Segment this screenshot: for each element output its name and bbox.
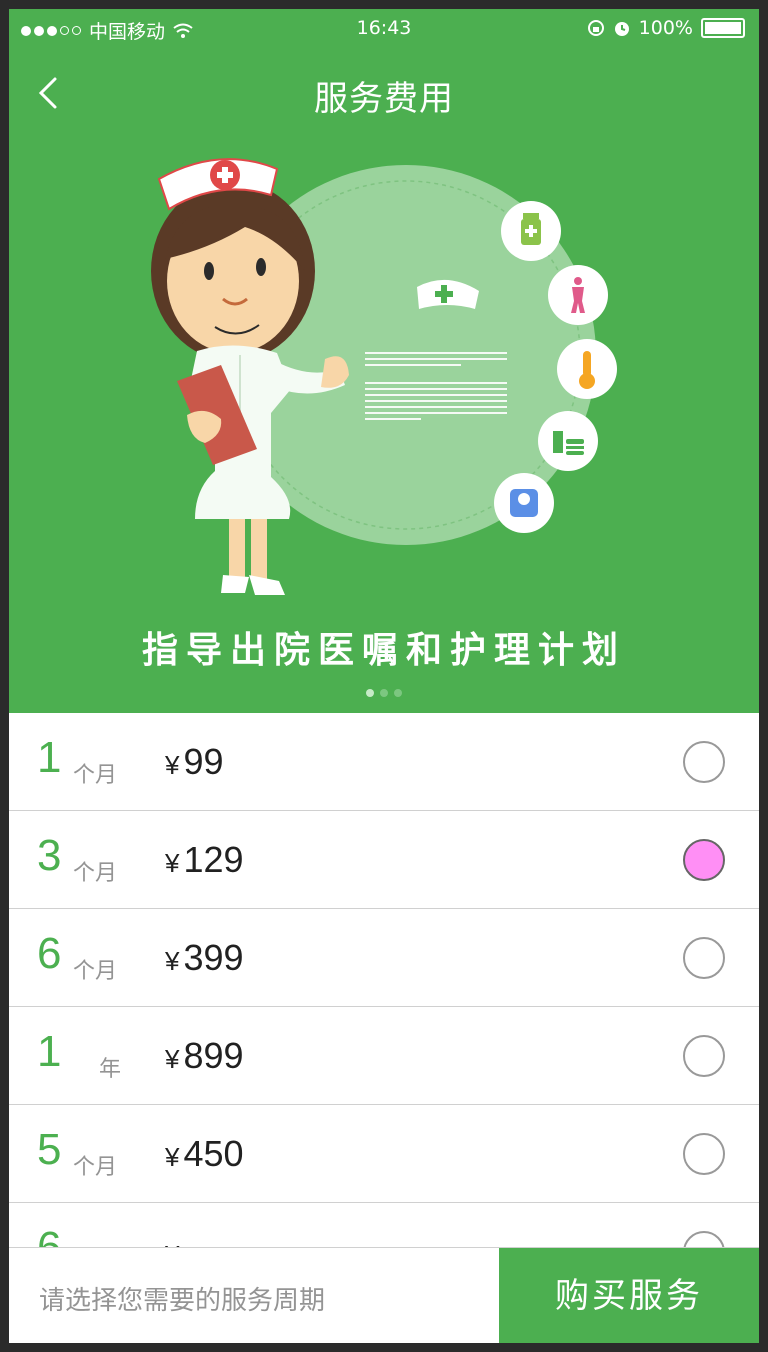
plan-radio[interactable] — [683, 741, 725, 783]
buy-button[interactable]: 购买服务 — [499, 1248, 759, 1343]
status-right: 100% — [587, 17, 745, 39]
page-indicator — [9, 689, 759, 697]
plan-row[interactable]: 1 个月 ¥99 — [9, 713, 759, 811]
plan-unit: 年 — [99, 1057, 122, 1082]
plan-number: 3 — [37, 831, 62, 880]
plan-unit: 个月 — [73, 1155, 118, 1180]
banner-caption: 指导出院医嘱和护理计划 — [141, 630, 626, 671]
phone-screen: 中国移动 16:43 100% 服务费用 指导出院医嘱和护理计划 1 个月 ¥ … — [9, 9, 759, 1343]
plan-radio[interactable] — [683, 937, 725, 979]
currency-symbol: ¥ — [165, 848, 180, 878]
rotation-lock-icon — [587, 20, 604, 36]
plan-price: ¥129 — [165, 839, 244, 881]
bottom-bar: 请选择您需要的服务周期 购买服务 — [9, 1247, 759, 1343]
page-dot[interactable] — [394, 689, 402, 697]
plan-number: 5 — [37, 1125, 62, 1174]
plan-list: 1 个月 ¥99 3 个月 ¥129 6 个月 ¥399 1 年 ¥899 5 … — [9, 713, 759, 1301]
currency-symbol: ¥ — [165, 1142, 180, 1172]
battery-icon — [701, 18, 745, 38]
hero-banner: 中国移动 16:43 100% 服务费用 指导出院医嘱和护理计划 — [9, 9, 759, 713]
plan-unit: 个月 — [73, 763, 118, 788]
price-amount: 99 — [183, 741, 224, 782]
alarm-icon — [614, 22, 629, 36]
plan-row[interactable]: 6 个月 ¥399 — [9, 909, 759, 1007]
page-dot[interactable] — [366, 689, 374, 697]
price-amount: 899 — [183, 1035, 244, 1076]
price-amount: 399 — [183, 937, 244, 978]
plan-radio[interactable] — [683, 1133, 725, 1175]
scale-icon — [494, 473, 554, 533]
price-amount: 450 — [183, 1133, 244, 1174]
plan-row[interactable]: 5 个月 ¥450 — [9, 1105, 759, 1203]
thermometer-icon — [557, 339, 617, 399]
plan-price: ¥899 — [165, 1035, 244, 1077]
currency-symbol: ¥ — [165, 946, 180, 976]
currency-symbol: ¥ — [165, 1044, 180, 1074]
battery-label: 100% — [638, 17, 693, 39]
page-dot[interactable] — [380, 689, 388, 697]
plan-row[interactable]: 1 年 ¥899 — [9, 1007, 759, 1105]
plan-unit: 个月 — [73, 959, 118, 984]
plan-number: 6 — [37, 929, 62, 978]
plan-price: ¥399 — [165, 937, 244, 979]
medicine-icon — [501, 201, 561, 261]
plan-number: 1 — [37, 733, 62, 782]
walking-icon — [548, 265, 608, 325]
plan-price: ¥99 — [165, 741, 224, 783]
plan-radio[interactable] — [683, 1035, 725, 1077]
status-bar: 中国移动 16:43 100% — [9, 9, 759, 49]
currency-symbol: ¥ — [165, 750, 180, 780]
plan-number: 1 — [37, 1027, 62, 1076]
plan-row[interactable]: 3 个月 ¥129 — [9, 811, 759, 909]
period-hint: 请选择您需要的服务周期 — [39, 1286, 326, 1316]
food-icon — [538, 411, 598, 471]
plan-unit: 个月 — [73, 861, 118, 886]
nav-bar: 服务费用 — [9, 49, 759, 137]
plan-price: ¥450 — [165, 1133, 244, 1175]
page-title: 服务费用 — [314, 79, 454, 119]
plan-radio-selected[interactable] — [683, 839, 725, 881]
price-amount: 129 — [183, 839, 244, 880]
